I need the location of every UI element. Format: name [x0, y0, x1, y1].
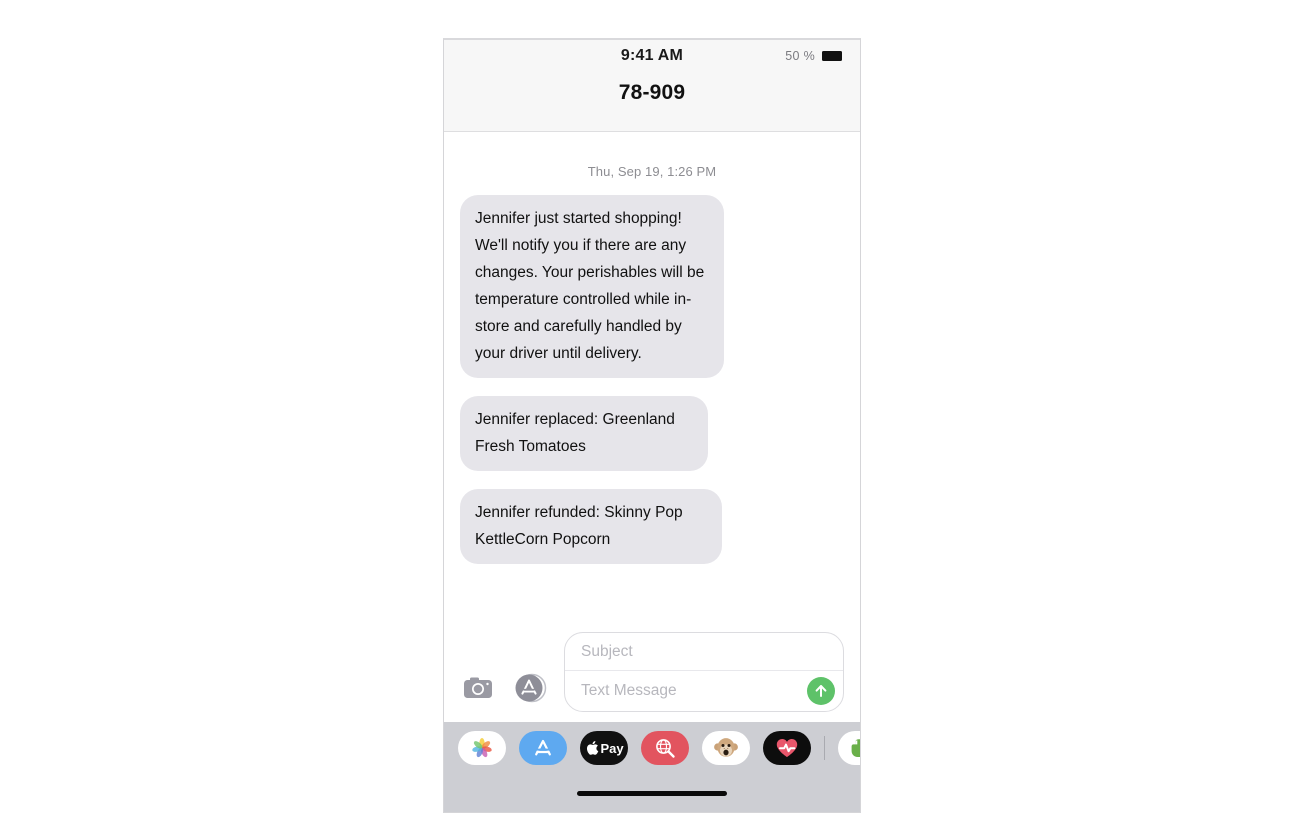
monkey-memoji-icon [714, 738, 738, 757]
home-indicator-area [444, 774, 860, 812]
message-row: Jennifer refunded: Skinny Pop KettleCorn… [460, 489, 844, 564]
app-drawer-divider [824, 736, 825, 760]
text-message-input[interactable]: Text Message [581, 682, 807, 700]
subject-input[interactable]: Subject [565, 633, 843, 671]
message-bubble[interactable]: Jennifer replaced: Greenland Fresh Tomat… [460, 396, 708, 471]
imessage-app-drawer[interactable]: Pay [444, 722, 860, 774]
apple-pay-glyph-icon: Pay [586, 741, 625, 756]
navigation-bar: 78-909 [444, 72, 860, 132]
memoji-app-icon[interactable] [702, 731, 750, 765]
compose-container[interactable]: Subject Text Message [564, 632, 844, 712]
app-store-button[interactable] [512, 670, 548, 706]
images-magnifier-globe-icon [656, 739, 675, 758]
photos-pinwheel-icon [472, 738, 492, 758]
message-row: Jennifer just started shopping! We'll no… [460, 195, 844, 378]
images-search-app-icon[interactable] [641, 731, 689, 765]
status-bar: 9:41 AM 50 % [444, 40, 860, 72]
app-store-icon [515, 673, 547, 703]
phone-frame: 9:41 AM 50 % 78-909 Thu, Sep 19, 1:26 PM… [443, 38, 861, 813]
app-store-glyph-icon [535, 739, 551, 756]
conversation-title: 78-909 [618, 81, 686, 104]
message-input-bar: Subject Text Message [444, 624, 860, 722]
battery-percentage: 50 % [785, 49, 815, 63]
message-bubble[interactable]: Jennifer just started shopping! We'll no… [460, 195, 724, 378]
battery-icon [822, 51, 842, 61]
message-timestamp: Thu, Sep 19, 1:26 PM [587, 164, 717, 179]
app-store-app-icon[interactable] [519, 731, 567, 765]
digital-touch-app-icon[interactable] [763, 731, 811, 765]
text-message-row: Text Message [565, 671, 843, 711]
svg-text:Pay: Pay [601, 741, 625, 756]
message-bubble[interactable]: Jennifer refunded: Skinny Pop KettleCorn… [460, 489, 722, 564]
status-bar-right: 50 % [785, 49, 842, 63]
message-row: Jennifer replaced: Greenland Fresh Tomat… [460, 396, 844, 471]
send-button[interactable] [807, 677, 835, 705]
photos-app-icon[interactable] [458, 731, 506, 765]
home-indicator[interactable] [577, 790, 727, 796]
evernote-elephant-icon [851, 739, 860, 757]
screenshot-canvas: 9:41 AM 50 % 78-909 Thu, Sep 19, 1:26 PM… [0, 0, 1300, 836]
conversation-thread[interactable]: Thu, Sep 19, 1:26 PM Jennifer just start… [444, 132, 860, 624]
evernote-app-icon[interactable] [838, 731, 860, 765]
camera-button[interactable] [460, 670, 496, 706]
camera-icon [464, 677, 492, 698]
arrow-up-icon [815, 685, 827, 697]
apple-pay-app-icon[interactable]: Pay [580, 731, 628, 765]
heartbeat-icon [776, 739, 798, 757]
